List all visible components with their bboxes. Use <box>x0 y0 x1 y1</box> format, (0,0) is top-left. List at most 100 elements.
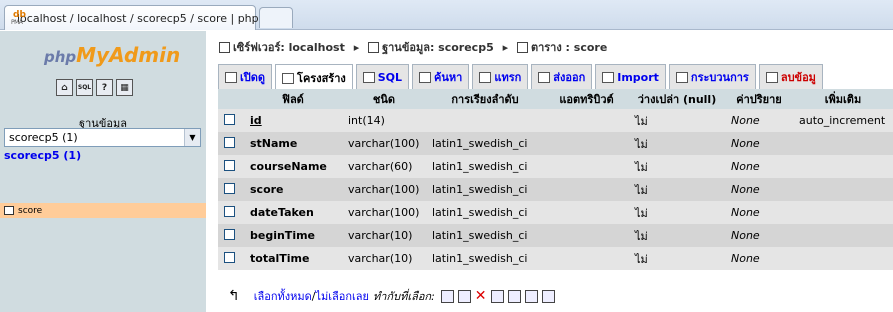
row-checkbox-cell <box>218 109 244 132</box>
database-link[interactable]: scorecp5 (1) <box>4 149 81 162</box>
tab-import[interactable]: Import <box>595 64 666 89</box>
breadcrumb-table[interactable]: ตาราง : score <box>531 41 607 54</box>
new-tab-button[interactable] <box>259 7 293 28</box>
table-icon <box>516 42 528 53</box>
field-extra <box>793 132 893 155</box>
field-default: None <box>725 155 793 178</box>
primary-key-icon[interactable] <box>490 289 504 303</box>
unique-icon[interactable] <box>507 289 521 303</box>
field-default: None <box>725 201 793 224</box>
field-type: varchar(10) <box>342 224 426 247</box>
header-checkbox-col <box>218 89 244 109</box>
table-row[interactable]: stName varchar(100) latin1_swedish_ci ไม… <box>218 132 893 155</box>
field-null: ไม่ <box>629 109 725 132</box>
tab-label: ลบข้อมู <box>780 71 816 84</box>
corner-arrow-icon: ↰ <box>228 288 240 304</box>
table-row[interactable]: id int(14) ไม่ None auto_increment <box>218 109 893 132</box>
field-collation: latin1_swedish_ci <box>426 247 544 270</box>
breadcrumb-separator-icon: ▸ <box>502 41 509 54</box>
table-row[interactable]: dateTaken varchar(100) latin1_swedish_ci… <box>218 201 893 224</box>
table-row[interactable]: beginTime varchar(10) latin1_swedish_ci … <box>218 224 893 247</box>
field-name: dateTaken <box>244 201 342 224</box>
field-extra: auto_increment <box>793 109 893 132</box>
logo-myadmin: MyAdmin <box>76 43 181 67</box>
sidebar-table-score[interactable]: score <box>0 203 206 218</box>
header-attributes[interactable]: แอตทริบิวต์ <box>544 89 629 109</box>
browse-selected-icon[interactable] <box>440 289 454 303</box>
header-extra[interactable]: เพิ่มเติม <box>793 89 893 109</box>
sql-query-icon[interactable]: SQL <box>76 79 93 96</box>
tab-operations[interactable]: กระบวนการ <box>668 64 756 89</box>
header-type[interactable]: ชนิด <box>342 89 426 109</box>
header-collation[interactable]: การเรียงลำดับ <box>426 89 544 109</box>
field-name: score <box>244 178 342 201</box>
export-icon <box>538 71 551 83</box>
query-window-icon[interactable]: ▦ <box>116 79 133 96</box>
header-default[interactable]: ค่าปริยาย <box>725 89 793 109</box>
tab-export[interactable]: ส่งออก <box>531 64 593 89</box>
row-checkbox[interactable] <box>224 136 235 148</box>
database-select[interactable]: scorecp5 (1) ▼ <box>4 128 201 147</box>
field-default: None <box>725 109 793 132</box>
server-icon <box>219 42 230 53</box>
breadcrumb-server[interactable]: เซิร์ฟเวอร์: localhost <box>233 41 345 54</box>
field-null: ไม่ <box>629 224 725 247</box>
empty-table-icon <box>765 71 778 83</box>
table-tabs: เปิดดู โครงสร้าง SQL ค้นหา แทรก ส่งออก I… <box>218 64 826 91</box>
phpmyadmin-logo[interactable]: phpMyAdmin <box>44 43 180 67</box>
logo-php: php <box>44 48 77 66</box>
docs-icon[interactable]: ? <box>96 79 113 96</box>
table-header-row: ฟิลด์ ชนิด การเรียงลำดับ แอตทริบิวต์ ว่า… <box>218 89 893 109</box>
field-null: ไม่ <box>629 132 725 155</box>
header-field[interactable]: ฟิลด์ <box>244 89 342 109</box>
field-type: varchar(100) <box>342 132 426 155</box>
field-collation: latin1_swedish_ci <box>426 132 544 155</box>
field-name: beginTime <box>244 224 342 247</box>
field-default: None <box>725 247 793 270</box>
drop-selected-icon[interactable]: ✕ <box>475 288 487 304</box>
tab-insert[interactable]: แทรก <box>472 64 529 89</box>
field-default: None <box>725 132 793 155</box>
database-select-value: scorecp5 (1) <box>9 131 78 144</box>
field-null: ไม่ <box>629 247 725 270</box>
tab-empty[interactable]: ลบข้อมู <box>758 64 823 89</box>
row-checkbox[interactable] <box>224 205 235 217</box>
index-icon[interactable] <box>524 289 538 303</box>
tab-browse[interactable]: เปิดดู <box>218 64 273 89</box>
field-attributes <box>544 247 629 270</box>
field-collation: latin1_swedish_ci <box>426 224 544 247</box>
table-row[interactable]: courseName varchar(60) latin1_swedish_ci… <box>218 155 893 178</box>
breadcrumb-database[interactable]: ฐานข้อมูล: scorecp5 <box>382 41 494 54</box>
table-row[interactable]: totalTime varchar(10) latin1_swedish_ci … <box>218 247 893 270</box>
field-collation: latin1_swedish_ci <box>426 201 544 224</box>
table-row[interactable]: score varchar(100) latin1_swedish_ci ไม่… <box>218 178 893 201</box>
left-sidebar: phpMyAdmin ⌂ SQL ? ▦ ฐานข้อมูล scorecp5 … <box>0 31 206 312</box>
edit-selected-icon[interactable] <box>457 289 471 303</box>
row-checkbox[interactable] <box>224 113 235 125</box>
fulltext-icon[interactable] <box>541 289 555 303</box>
tab-sql[interactable]: SQL <box>355 64 410 89</box>
browser-tab[interactable]: db PMA localhost / localhost / scorecp5 … <box>4 5 292 30</box>
header-null[interactable]: ว่างเปล่า (null) <box>629 89 725 109</box>
dropdown-arrow-icon[interactable]: ▼ <box>184 129 200 146</box>
row-checkbox[interactable] <box>224 251 235 263</box>
field-collation: latin1_swedish_ci <box>426 155 544 178</box>
row-checkbox-cell <box>218 224 244 247</box>
row-checkbox[interactable] <box>224 159 235 171</box>
tab-search[interactable]: ค้นหา <box>412 64 470 89</box>
tab-label: โครงสร้าง <box>297 72 346 85</box>
row-checkbox[interactable] <box>224 228 235 240</box>
field-attributes <box>544 155 629 178</box>
row-checkbox[interactable] <box>224 182 235 194</box>
uncheck-all-link[interactable]: ไม่เลือกเลย <box>316 287 370 305</box>
field-extra <box>793 178 893 201</box>
home-icon[interactable]: ⌂ <box>56 79 73 96</box>
tab-structure[interactable]: โครงสร้าง <box>275 64 353 91</box>
sidebar-table-label: score <box>18 205 43 216</box>
field-name: totalTime <box>244 247 342 270</box>
check-all-link[interactable]: เลือกทั้งหมด <box>254 287 312 305</box>
field-type: varchar(10) <box>342 247 426 270</box>
field-collation <box>426 109 544 132</box>
tab-label: แทรก <box>494 71 522 84</box>
database-icon <box>368 42 380 53</box>
